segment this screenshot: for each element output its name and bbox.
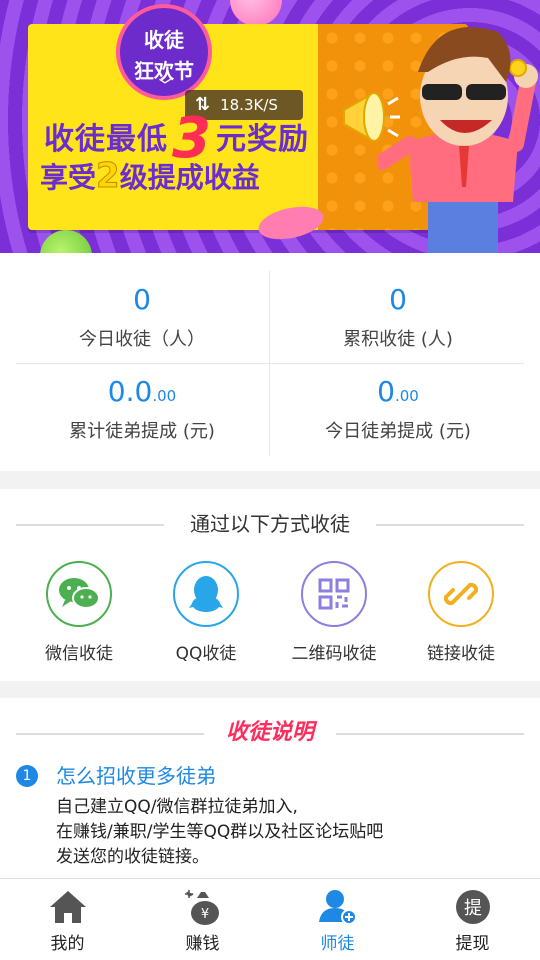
wechat-icon[interactable] <box>46 561 112 627</box>
withdraw-icon[interactable]: 提 <box>405 887 540 927</box>
method-label: 二维码收徒 <box>291 644 377 664</box>
step-body-line: 在赚钱/兼职/学生等QQ群以及社区论坛贴吧 <box>56 822 384 842</box>
stat-value-int: 0 <box>133 283 151 316</box>
step-body: 自己建立QQ/微信群拉徒弟加入, 在赚钱/兼职/学生等QQ群以及社区论坛贴吧 发… <box>56 795 383 870</box>
stat-label: 累计徒弟提成 (元) <box>69 421 215 442</box>
qrcode-icon[interactable] <box>301 561 367 627</box>
step-body-line: 发送您的收徒链接。 <box>56 847 209 867</box>
stat-value-dec: .00 <box>394 387 419 405</box>
link-icon[interactable] <box>428 561 494 627</box>
stat-label: 今日收徒（人） <box>79 329 205 350</box>
nav-item-master-apprentice[interactable]: 师徒 <box>270 887 405 954</box>
promo-banner[interactable]: 收徒 狂欢节 ﹀ ⇅ 18.3K/S 收徒最低3 元奖励 享受2级提成收益 <box>0 0 540 253</box>
nav-label: 提现 <box>455 934 490 954</box>
qq-icon[interactable] <box>173 561 239 627</box>
section-title: 收徒说明 <box>0 718 540 748</box>
stat-value: 0.00 <box>270 375 526 413</box>
section-title: 通过以下方式收徒 <box>0 509 540 539</box>
stat-value-dec: .00 <box>152 387 177 405</box>
badge-line1: 收徒 <box>144 28 184 52</box>
stat-label: 今日徒弟提成 (元) <box>325 421 471 442</box>
festival-badge: 收徒 狂欢节 ﹀ <box>116 4 212 100</box>
money-bag-icon[interactable]: ¥ <box>135 887 270 927</box>
nav-item-mine[interactable]: 我的 <box>0 887 135 954</box>
method-qrcode[interactable]: 二维码收徒 <box>274 561 394 664</box>
stat-value: 0 <box>14 283 270 321</box>
stat-today-commission: 0.00 今日徒弟提成 (元) <box>270 375 526 443</box>
stat-value: 0 <box>270 283 526 321</box>
subline-number: 2 <box>96 156 121 197</box>
stat-value: 0.0.00 <box>14 375 270 413</box>
subline-post: 级提成收益 <box>119 161 260 194</box>
method-qq[interactable]: QQ收徒 <box>146 561 266 664</box>
method-label: QQ收徒 <box>175 644 237 664</box>
mascot-illustration <box>378 27 538 253</box>
decor-green-ball <box>40 230 92 253</box>
stat-total-apprentices: 0 累积收徒 (人) <box>270 283 526 351</box>
step-body-line: 自己建立QQ/微信群拉徒弟加入, <box>56 797 298 817</box>
chevron-down-icon: ﹀ <box>159 78 172 92</box>
nav-label: 我的 <box>50 934 85 954</box>
method-label: 链接收徒 <box>427 644 495 664</box>
banner-subline: 享受2级提成收益 <box>40 156 260 197</box>
stat-value-int: 0.0 <box>107 375 153 408</box>
title-line-right <box>336 733 524 735</box>
method-link[interactable]: 链接收徒 <box>401 561 521 664</box>
nav-label: 师徒 <box>320 934 355 954</box>
stats-panel: 0 今日收徒（人） 0 累积收徒 (人) 0.0.00 累计徒弟提成 (元) 0… <box>0 253 540 471</box>
recruit-methods-section: 通过以下方式收徒 微信收徒 QQ收徒 二维码收徒 链接收徒 <box>0 489 540 681</box>
nav-item-withdraw[interactable]: 提 提现 <box>405 887 540 954</box>
stats-horizontal-divider <box>16 363 524 364</box>
svg-text:提: 提 <box>464 898 482 919</box>
nav-label: 赚钱 <box>185 934 220 954</box>
stat-label: 累积收徒 (人) <box>343 329 453 350</box>
recruit-instructions-section: 收徒说明 1 怎么招收更多徒弟 自己建立QQ/微信群拉徒弟加入, 在赚钱/兼职/… <box>0 698 540 878</box>
method-label: 微信收徒 <box>45 644 113 664</box>
page: 收徒 狂欢节 ﹀ ⇅ 18.3K/S 收徒最低3 元奖励 享受2级提成收益 0 … <box>0 0 540 960</box>
bottom-nav: 我的 ¥ 赚钱 师徒 提 提现 <box>0 878 540 960</box>
nav-item-earn[interactable]: ¥ 赚钱 <box>135 887 270 954</box>
step-title: 怎么招收更多徒弟 <box>56 764 216 788</box>
svg-text:¥: ¥ <box>200 907 208 922</box>
stat-today-apprentices: 0 今日收徒（人） <box>14 283 270 351</box>
step-number-badge: 1 <box>16 765 38 787</box>
stat-total-commission: 0.0.00 累计徒弟提成 (元) <box>14 375 270 443</box>
home-icon[interactable] <box>0 887 135 927</box>
stat-value-int: 0 <box>377 375 395 408</box>
stat-value-int: 0 <box>389 283 407 316</box>
headline-post: 元奖励 <box>215 122 309 157</box>
method-wechat[interactable]: 微信收徒 <box>19 561 139 664</box>
title-line-right <box>376 524 524 526</box>
subline-pre: 享受 <box>40 161 97 194</box>
add-user-icon[interactable] <box>270 887 405 927</box>
headline-pre: 收徒最低 <box>44 122 168 157</box>
decor-pink-ball <box>230 0 282 26</box>
